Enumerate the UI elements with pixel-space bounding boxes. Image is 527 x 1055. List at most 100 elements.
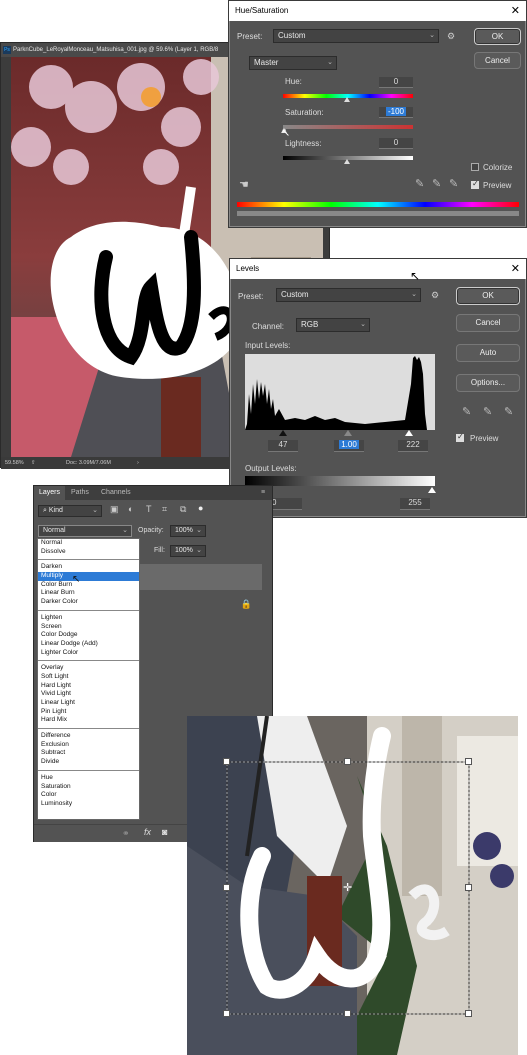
link-icon[interactable]: ⚭ [122, 828, 130, 839]
mask-icon[interactable]: ◙ [162, 827, 167, 837]
doc-size[interactable]: Doc: 3.09M/7.06M [66, 457, 111, 469]
eyedropper-icon[interactable]: ✎ [415, 177, 424, 190]
close-icon[interactable]: ✕ [511, 259, 520, 279]
blend-mode-option[interactable]: Color Burn [38, 581, 139, 590]
input-gamma-field[interactable]: 1.00 [334, 440, 364, 452]
tab-layers[interactable]: Layers [34, 486, 66, 500]
transform-handle-top-right[interactable] [465, 758, 472, 765]
close-icon[interactable]: ✕ [511, 1, 520, 21]
blend-mode-option[interactable]: Overlay [38, 664, 139, 673]
gray-eyedropper-icon[interactable]: ✎ [483, 405, 492, 418]
hue-slider-thumb[interactable] [344, 97, 350, 102]
transform-canvas[interactable]: ✛ [187, 716, 518, 1055]
cancel-button[interactable]: Cancel [474, 52, 521, 69]
share-icon[interactable]: ⇧ [31, 457, 36, 469]
input-white-field[interactable]: 222 [398, 440, 428, 452]
blend-mode-option[interactable]: Hard Mix [38, 716, 139, 725]
input-gamma-slider[interactable] [344, 430, 352, 436]
output-white-slider[interactable] [428, 487, 436, 493]
ok-button[interactable]: OK [474, 28, 521, 45]
lightness-input[interactable]: 0 [379, 138, 413, 149]
preset-select[interactable]: Custom ⌄ [276, 288, 421, 302]
hand-icon[interactable]: ☚ [239, 178, 249, 191]
options-button[interactable]: Options... [456, 374, 520, 392]
filter-adjustment-icon[interactable]: ◐ [128, 504, 133, 514]
lock-icon[interactable]: 🔒 [241, 599, 252, 610]
blend-mode-option[interactable]: Normal [38, 539, 139, 548]
layer-row-background[interactable]: 🔒 [140, 592, 262, 618]
blend-mode-option[interactable]: Luminosity [38, 800, 139, 809]
gear-icon[interactable]: ⚙ [447, 31, 455, 42]
blend-mode-option[interactable]: Soft Light [38, 673, 139, 682]
fill-input[interactable]: 100% ⌄ [170, 545, 206, 557]
filter-type-icon[interactable]: T [146, 504, 152, 514]
input-black-field[interactable]: 47 [268, 440, 298, 452]
blend-mode-option[interactable]: Hard Light [38, 682, 139, 691]
dialog-title-bar[interactable]: Levels [230, 259, 526, 279]
blend-mode-option[interactable]: Difference [38, 732, 139, 741]
blend-mode-option[interactable]: Darker Color [38, 598, 139, 607]
blend-mode-option[interactable]: Linear Burn [38, 589, 139, 598]
transform-handle-bottom-right[interactable] [465, 1010, 472, 1017]
blend-mode-option[interactable]: Pin Light [38, 708, 139, 717]
transform-handle-top[interactable] [344, 758, 351, 765]
channel-select[interactable]: RGB ⌄ [296, 318, 370, 332]
blend-mode-option[interactable]: Subtract [38, 749, 139, 758]
fx-icon[interactable]: fx [144, 827, 151, 837]
blend-mode-option[interactable]: Linear Dodge (Add) [38, 640, 139, 649]
preview-checkbox[interactable] [471, 179, 479, 189]
eyedropper-plus-icon[interactable]: ✎ [432, 177, 441, 190]
crosshair-icon[interactable]: ✛ [343, 881, 352, 894]
output-white-field[interactable]: 255 [400, 498, 430, 510]
ok-button[interactable]: OK [456, 287, 520, 305]
blend-mode-option[interactable]: Divide [38, 758, 139, 767]
filter-shape-icon[interactable]: ⌗ [162, 504, 167, 515]
colorize-checkbox[interactable] [471, 163, 479, 171]
blend-mode-option[interactable]: Color Dodge [38, 631, 139, 640]
blend-mode-option[interactable]: Multiply [38, 572, 139, 581]
input-black-slider[interactable] [279, 430, 287, 436]
layer-row-selected[interactable] [140, 564, 262, 590]
transform-handle-right[interactable] [465, 884, 472, 891]
tab-channels[interactable]: Channels [96, 486, 136, 500]
opacity-input[interactable]: 100% ⌄ [170, 525, 206, 537]
filter-kind-select[interactable]: ⌕ Kind ⌄ [38, 505, 102, 517]
transform-handle-bottom-left[interactable] [223, 1010, 230, 1017]
filter-pixel-icon[interactable]: ▣ [110, 504, 119, 515]
tab-paths[interactable]: Paths [66, 486, 94, 500]
lightness-slider-thumb[interactable] [344, 159, 350, 164]
transform-handle-top-left[interactable] [223, 758, 230, 765]
input-white-slider[interactable] [405, 430, 413, 436]
auto-button[interactable]: Auto [456, 344, 520, 362]
blend-mode-option[interactable]: Color [38, 791, 139, 800]
output-black-field[interactable]: 0 [272, 498, 302, 510]
blend-mode-option[interactable]: Exclusion [38, 741, 139, 750]
filter-toggle-icon[interactable]: ● [198, 503, 203, 513]
preview-checkbox[interactable] [456, 432, 464, 442]
gear-icon[interactable]: ⚙ [431, 290, 439, 301]
filter-smart-object-icon[interactable]: ⧉ [180, 504, 186, 515]
blend-mode-option[interactable]: Vivid Light [38, 690, 139, 699]
blend-mode-option[interactable]: Darken [38, 563, 139, 572]
blend-mode-option[interactable]: Saturation [38, 783, 139, 792]
blend-mode-select[interactable]: Normal ⌄ [38, 525, 132, 537]
transform-handle-bottom[interactable] [344, 1010, 351, 1017]
zoom-level[interactable]: 59.58% [5, 457, 24, 469]
channel-select[interactable]: Master ⌄ [249, 56, 337, 70]
blend-mode-option[interactable]: Screen [38, 623, 139, 632]
saturation-slider-track[interactable] [283, 125, 413, 129]
transform-handle-left[interactable] [223, 884, 230, 891]
cancel-button[interactable]: Cancel [456, 314, 520, 332]
blend-mode-option[interactable]: Dissolve [38, 548, 139, 557]
saturation-input[interactable]: -100 [379, 107, 413, 118]
black-eyedropper-icon[interactable]: ✎ [462, 405, 471, 418]
blend-mode-option[interactable]: Lighter Color [38, 649, 139, 658]
blend-mode-option[interactable]: Hue [38, 774, 139, 783]
hue-input[interactable]: 0 [379, 77, 413, 88]
blend-mode-option[interactable]: Linear Light [38, 699, 139, 708]
blend-mode-option[interactable]: Lighten [38, 614, 139, 623]
chevron-right-icon[interactable]: › [137, 457, 139, 469]
blend-mode-dropdown[interactable]: Normal Dissolve Darken Multiply Color Burn Li… [37, 538, 140, 820]
white-eyedropper-icon[interactable]: ✎ [504, 405, 513, 418]
eyedropper-minus-icon[interactable]: ✎ [449, 177, 458, 190]
